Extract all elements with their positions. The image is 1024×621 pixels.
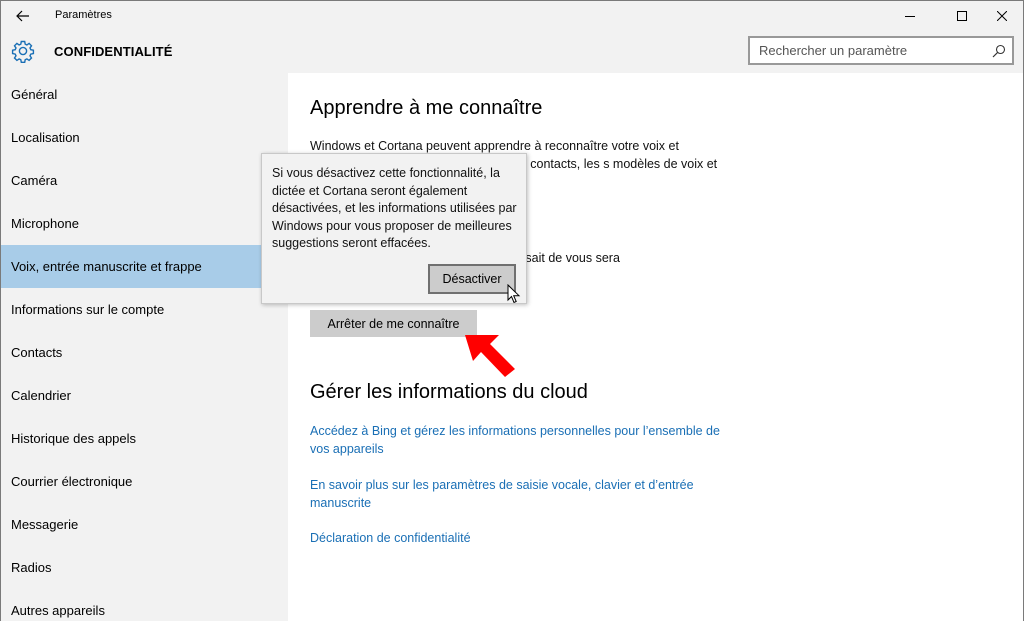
sidebar-item-camera[interactable]: Caméra [1,159,288,202]
sidebar-item-other-devices[interactable]: Autres appareils [1,589,288,621]
privacy-statement-link[interactable]: Déclaration de confidentialité [310,530,730,548]
stop-getting-to-know-me-button[interactable]: Arrêter de me connaître [310,310,477,337]
section-heading-getting-to-know-me: Apprendre à me connaître [310,97,543,119]
close-button[interactable] [979,1,1024,31]
window-title: Paramètres [55,9,112,21]
sidebar-item-radios[interactable]: Radios [1,546,288,589]
sidebar-item-microphone[interactable]: Microphone [1,202,288,245]
sidebar-item-general[interactable]: Général [1,73,288,116]
search-input[interactable] [750,38,986,63]
back-button[interactable] [1,1,45,31]
bing-manage-info-link[interactable]: Accédez à Bing et gérez les informations… [310,423,730,458]
search-icon[interactable] [992,44,1006,58]
settings-header: CONFIDENTIALITÉ [1,31,1023,73]
flyout-message: Si vous désactivez cette fonctionnalité,… [272,166,517,251]
title-bar: Paramètres [1,1,1023,31]
minimize-button[interactable] [887,1,933,31]
red-arrow-icon [465,335,515,377]
sidebar-item-contacts[interactable]: Contacts [1,331,288,374]
sidebar-item-calendar[interactable]: Calendrier [1,374,288,417]
search-box[interactable] [748,36,1014,65]
sidebar: Général Localisation Caméra Microphone V… [1,73,288,621]
sidebar-item-account-info[interactable]: Informations sur le compte [1,288,288,331]
maximize-icon [957,11,967,21]
close-icon [997,11,1007,21]
mouse-pointer-icon [507,284,521,304]
confirmation-flyout: Si vous désactivez cette fonctionnalité,… [261,153,527,304]
sidebar-item-call-history[interactable]: Historique des appels [1,417,288,460]
section-title: CONFIDENTIALITÉ [54,44,173,59]
sidebar-item-location[interactable]: Localisation [1,116,288,159]
learn-more-link[interactable]: En savoir plus sur les paramètres de sai… [310,477,730,512]
sidebar-item-messaging[interactable]: Messagerie [1,503,288,546]
sidebar-item-speech-inking-typing[interactable]: Voix, entrée manuscrite et frappe [1,245,288,288]
section-heading-cloud-info: Gérer les informations du cloud [310,381,588,403]
gear-icon [11,40,35,63]
disable-button[interactable]: Désactiver [428,264,516,294]
minimize-icon [905,16,915,17]
arrow-left-icon [16,10,29,22]
sidebar-item-email[interactable]: Courrier électronique [1,460,288,503]
